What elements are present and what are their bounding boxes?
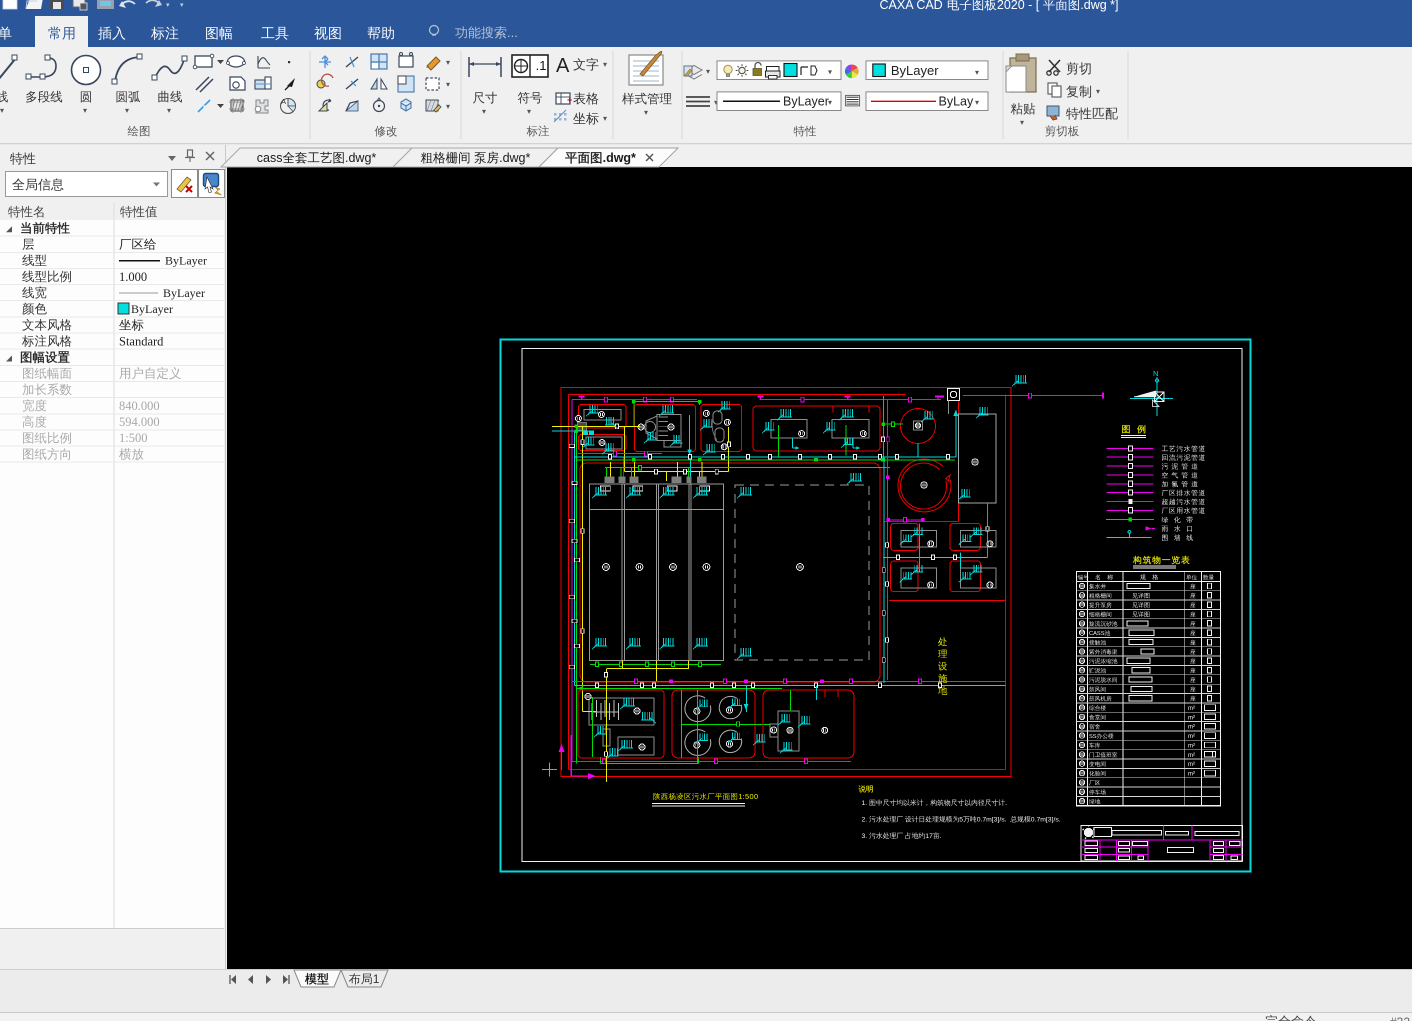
svg-text:▾: ▾ xyxy=(975,68,979,77)
svg-text:2020 - [: 2020 - [ xyxy=(997,0,1040,12)
svg-text:▾: ▾ xyxy=(828,98,832,107)
svg-text:A: A xyxy=(281,97,286,106)
svg-text:2.: 2. xyxy=(862,817,868,824)
svg-text:CASS: CASS xyxy=(1089,631,1105,637)
svg-text:m²: m² xyxy=(1188,762,1195,768)
svg-text:.dwg*: .dwg* xyxy=(603,151,636,165)
svg-text:▾: ▾ xyxy=(482,107,486,116)
svg-text:.dwg*: .dwg* xyxy=(345,151,376,165)
svg-text:#32: #32 xyxy=(1390,1015,1410,1021)
svg-text:▾: ▾ xyxy=(83,106,87,115)
svg-text:▾: ▾ xyxy=(0,106,4,115)
svg-text:▾: ▾ xyxy=(446,58,450,67)
svg-text:▾: ▾ xyxy=(446,80,450,89)
svg-text:m²: m² xyxy=(1188,706,1195,712)
svg-text:m²: m² xyxy=(1188,772,1195,778)
svg-text:.dwg *]: .dwg *] xyxy=(1080,0,1118,12)
svg-text:m²: m² xyxy=(1188,743,1195,749)
svg-text:▾: ▾ xyxy=(167,106,171,115)
svg-text:m²: m² xyxy=(1188,734,1195,740)
svg-text:▾: ▾ xyxy=(603,60,607,69)
svg-text:ByLayer: ByLayer xyxy=(783,95,829,109)
svg-text:ByLayer: ByLayer xyxy=(165,254,207,268)
svg-text:▾: ▾ xyxy=(1020,118,1024,127)
svg-text:▾: ▾ xyxy=(975,98,979,107)
svg-text:5: 5 xyxy=(959,817,963,824)
svg-text:0.7m[3]/s.: 0.7m[3]/s. xyxy=(977,817,1007,824)
svg-text:m²: m² xyxy=(1188,753,1195,759)
svg-text:▾: ▾ xyxy=(706,67,710,76)
svg-text:▾: ▾ xyxy=(828,68,832,77)
svg-text:17: 17 xyxy=(925,833,933,840)
svg-text:1.: 1. xyxy=(862,800,868,807)
svg-text:▾: ▾ xyxy=(1096,87,1100,96)
svg-text:1:500: 1:500 xyxy=(738,792,758,801)
svg-text:▾: ▾ xyxy=(603,114,607,123)
svg-text:+: + xyxy=(567,95,572,105)
svg-text:.1: .1 xyxy=(536,58,547,73)
svg-text:Standard: Standard xyxy=(119,334,164,348)
svg-text:ByLayer: ByLayer xyxy=(891,63,939,78)
svg-text:▾: ▾ xyxy=(125,106,129,115)
svg-text:.: . xyxy=(940,833,942,840)
svg-text:1: 1 xyxy=(373,972,380,986)
svg-text:cass: cass xyxy=(257,151,283,165)
svg-text:594.000: 594.000 xyxy=(119,415,160,429)
svg-text:ByLay: ByLay xyxy=(939,95,974,109)
svg-text:A: A xyxy=(556,55,570,77)
svg-text:CAXA CAD: CAXA CAD xyxy=(880,0,943,12)
svg-text:m²: m² xyxy=(1188,725,1195,731)
svg-text:ByLayer: ByLayer xyxy=(163,286,205,300)
svg-text:▾: ▾ xyxy=(180,2,184,9)
svg-text:▾: ▾ xyxy=(644,108,648,117)
svg-text:1:500: 1:500 xyxy=(119,431,147,445)
svg-text:.dwg*: .dwg* xyxy=(499,151,530,165)
svg-text:▾: ▾ xyxy=(527,107,531,116)
svg-text:▾: ▾ xyxy=(166,2,170,9)
svg-text:N: N xyxy=(1153,369,1158,378)
svg-text:▾: ▾ xyxy=(446,102,450,111)
svg-text:0.7m[3]/s.: 0.7m[3]/s. xyxy=(1031,817,1061,824)
svg-text:m²: m² xyxy=(1188,715,1195,721)
svg-text:840.000: 840.000 xyxy=(119,399,160,413)
svg-text:3.: 3. xyxy=(862,833,868,840)
svg-text:ByLayer: ByLayer xyxy=(131,302,173,316)
svg-text:1.000: 1.000 xyxy=(119,270,147,284)
svg-text:SS: SS xyxy=(1089,734,1097,740)
svg-text:...: ... xyxy=(507,25,518,40)
svg-text:.: . xyxy=(1005,800,1007,807)
